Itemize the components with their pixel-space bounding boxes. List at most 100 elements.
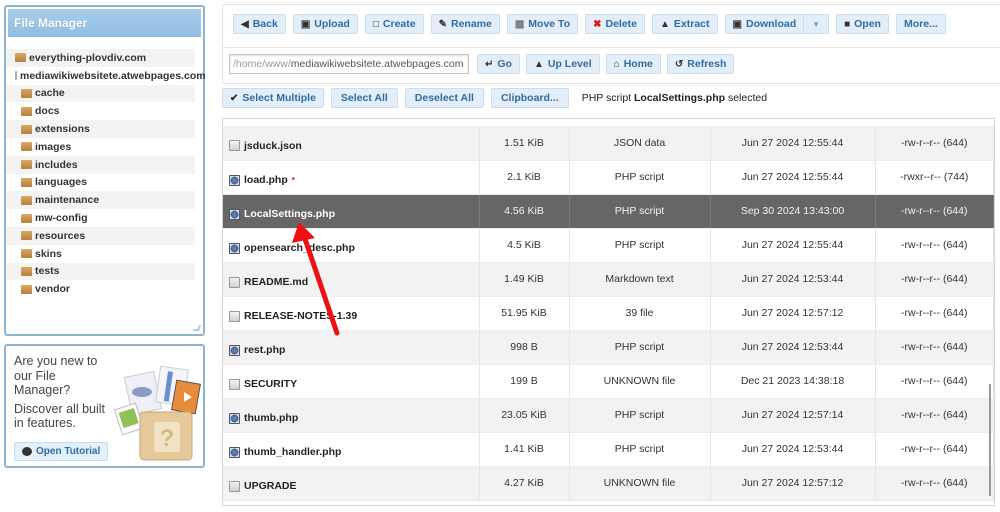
home-button[interactable]: ⌂ Home	[605, 54, 661, 74]
file-name-cell[interactable]: thumb_handler.php	[223, 432, 480, 467]
open-tutorial-button[interactable]: Open Tutorial	[14, 442, 109, 461]
file-modified-cell: Jun 27 2024 12:55:44	[710, 126, 876, 161]
file-row[interactable]: LocalSettings.php 4.56 KiB PHP script Sep 3…	[223, 194, 994, 229]
open-button[interactable]: ■ Open	[836, 14, 889, 34]
tree-item[interactable]: skins	[6, 245, 195, 263]
file-size-cell: 51.95 KiB	[479, 296, 570, 331]
file-name-cell[interactable]: README.md	[223, 262, 480, 297]
up-level-button[interactable]: ▲ Up Level	[525, 54, 600, 74]
tree-item[interactable]: mediawikiwebsitete.atwebpages.com	[6, 67, 206, 85]
more-button[interactable]: More...	[895, 14, 946, 34]
svg-text:?: ?	[160, 425, 175, 452]
file-row[interactable]: UPGRADE 4.27 KiB UNKNOWN file Jun 27 2024 1…	[223, 466, 994, 501]
file-name-cell[interactable]: jsduck.json	[223, 126, 480, 161]
deselect-all-button[interactable]: Deselect All	[404, 88, 484, 108]
move-to-button[interactable]: ▩ Move To	[506, 14, 579, 34]
file-perms-cell: -rw-r--r-- (644)	[875, 466, 994, 501]
file-name: opensearch_desc.php	[244, 242, 355, 254]
tree-item[interactable]: vendor	[6, 280, 195, 298]
move-icon: ▩	[514, 18, 525, 30]
file-perms-cell: -rwxr--r-- (744)	[875, 160, 994, 195]
tree-item[interactable]: maintenance	[6, 191, 195, 210]
tree-item-label: images	[35, 140, 72, 153]
selection-status: PHP script LocalSettings.php selected	[582, 92, 767, 104]
file-row[interactable]: SECURITY 199 B UNKNOWN file Dec 21 2023 14:…	[223, 364, 994, 399]
deselect-all-label: Deselect All	[414, 92, 474, 104]
path-input[interactable]: /home/www/mediawikiwebsitete.atwebpages.…	[229, 54, 469, 74]
tree-item[interactable]: includes	[6, 155, 195, 174]
folder-tree: everything-plovdiv.com mediawikiwebsitete…	[6, 39, 206, 298]
file-name-cell[interactable]: thumb.php	[223, 398, 480, 433]
file-row[interactable]: opensearch_desc.php 4.5 KiB PHP script Jun …	[223, 228, 994, 263]
tree-item[interactable]: everything-plovdiv.com	[6, 49, 195, 67]
file-size-cell: 998 B	[479, 330, 570, 365]
folder-icon	[21, 88, 32, 98]
scrollbar[interactable]	[989, 384, 991, 496]
file-name-cell[interactable]: SECURITY	[223, 364, 480, 399]
file-row[interactable]: README.md 1.49 KiB Markdown text Jun 27 202…	[223, 262, 994, 297]
arrow-left-icon: ◀	[241, 18, 249, 30]
file-row[interactable]: jsduck.json 1.51 KiB JSON data Jun 27 2024 …	[223, 126, 994, 161]
tree-item[interactable]: cache	[6, 84, 195, 103]
upload-icon: ▣	[300, 18, 311, 30]
file-name-cell[interactable]: rest.php	[223, 330, 480, 365]
panel-title: File Manager	[8, 9, 201, 37]
open-window-icon: ■	[844, 18, 851, 30]
file-name-cell[interactable]: LocalSettings.php	[223, 194, 480, 229]
select-all-button[interactable]: Select All	[330, 88, 398, 108]
file-modified-cell: Dec 21 2023 14:38:18	[710, 364, 876, 399]
download-button[interactable]: ▣ Download	[724, 14, 805, 34]
file-row[interactable]: load.php * 2.1 KiB PHP script Jun 27 2024 12…	[223, 160, 994, 195]
file-name: jsduck.json	[244, 139, 302, 152]
tree-item-label: mediawikiwebsitete.atwebpages.com	[20, 69, 206, 82]
tree-item[interactable]: images	[6, 138, 195, 156]
file-modified-cell: Jun 27 2024 12:57:12	[710, 296, 876, 331]
file-type-cell: PHP script	[569, 398, 711, 433]
file-name: rest.php	[244, 344, 286, 356]
refresh-label: Refresh	[687, 58, 727, 70]
file-name-cell[interactable]: load.php *	[223, 160, 480, 195]
tree-item[interactable]: extensions	[6, 120, 195, 138]
file-list: jsduck.json 1.51 KiB JSON data Jun 27 2024 …	[222, 118, 995, 506]
text-file-icon	[229, 378, 240, 390]
tree-item[interactable]: resources	[6, 226, 195, 245]
pencil-icon: ✎	[438, 18, 447, 30]
tutorial-question: Are you new to our File Manager?	[14, 354, 98, 397]
file-modified-cell: Jun 27 2024 12:53:44	[710, 432, 876, 467]
extract-button[interactable]: ▲ Extract	[652, 14, 718, 34]
folder-icon	[21, 266, 32, 276]
select-multiple-button[interactable]: ✔ Select Multiple	[222, 88, 324, 108]
tree-item[interactable]: tests	[6, 262, 195, 281]
create-button[interactable]: □ Create	[364, 14, 424, 34]
resize-handle[interactable]	[192, 325, 202, 331]
tree-item-label: docs	[35, 105, 60, 118]
tree-item[interactable]: docs	[6, 102, 195, 120]
file-row[interactable]: thumb.php 23.05 KiB PHP script Jun 27 2024 …	[223, 398, 994, 433]
folder-icon	[21, 160, 32, 170]
tree-item[interactable]: languages	[6, 174, 195, 192]
upload-button[interactable]: ▣ Upload	[292, 14, 358, 34]
refresh-button[interactable]: ↺ Refresh	[666, 54, 735, 74]
file-name-cell[interactable]: UPGRADE	[223, 466, 480, 501]
clipboard-label: Clipboard...	[500, 92, 559, 104]
file-type-cell: PHP script	[569, 432, 711, 467]
clipboard-button[interactable]: Clipboard...	[490, 88, 569, 108]
file-row[interactable]: RELEASE-NOTES-1.39 51.95 KiB 39 file Jun 27…	[223, 296, 994, 331]
file-name-cell[interactable]: opensearch_desc.php	[223, 228, 480, 263]
file-perms-cell: -rw-r--r-- (644)	[875, 364, 994, 399]
delete-button[interactable]: ✖ Delete	[585, 14, 646, 34]
tree-item[interactable]: mw-config	[6, 209, 195, 227]
download-dropdown-toggle[interactable]: ▼	[804, 14, 830, 34]
back-button[interactable]: ◀ Back	[233, 14, 286, 34]
file-row[interactable]: rest.php 998 B PHP script Jun 27 2024 12:53…	[223, 330, 994, 365]
file-row[interactable]: thumb_handler.php 1.41 KiB PHP script Jun 2…	[223, 432, 994, 467]
new-file-icon: □	[372, 18, 379, 30]
file-type-cell: UNKNOWN file	[569, 466, 711, 501]
tree-item-label: skins	[35, 247, 62, 260]
more-label: More...	[903, 18, 938, 30]
folder-icon	[21, 231, 32, 241]
go-button[interactable]: ↵ Go	[477, 54, 520, 74]
rename-button[interactable]: ✎ Rename	[430, 14, 500, 34]
folder-icon	[21, 213, 32, 223]
file-name-cell[interactable]: RELEASE-NOTES-1.39	[223, 296, 480, 331]
